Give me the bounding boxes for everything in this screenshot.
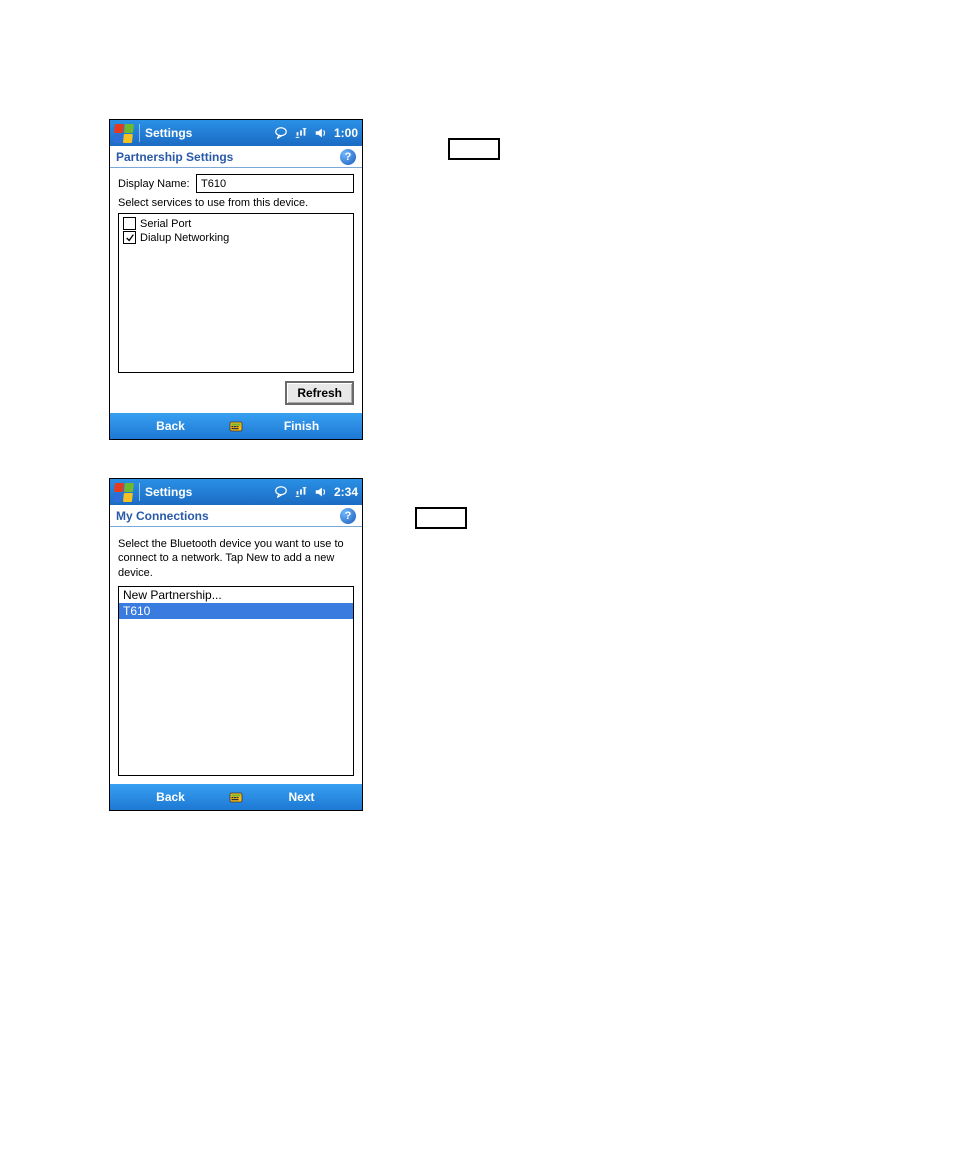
refresh-button[interactable]: Refresh xyxy=(285,381,354,405)
display-name-label: Display Name: xyxy=(118,178,196,190)
chat-icon[interactable] xyxy=(274,126,288,140)
title-separator xyxy=(139,124,140,142)
help-icon[interactable]: ? xyxy=(340,508,356,524)
subheader-title: My Connections xyxy=(116,509,209,523)
content-area: Select the Bluetooth device you want to … xyxy=(110,527,362,784)
connectivity-icon[interactable] xyxy=(294,485,308,499)
service-label: Dialup Networking xyxy=(140,232,229,244)
speaker-icon[interactable] xyxy=(314,485,328,499)
display-name-row: Display Name: xyxy=(118,174,354,193)
clock-time[interactable]: 1:00 xyxy=(334,126,358,140)
callout-box-2 xyxy=(415,507,467,529)
keyboard-icon xyxy=(227,788,245,806)
content-area: Display Name: Select services to use fro… xyxy=(110,168,362,413)
page-subheader: My Connections ? xyxy=(110,505,362,527)
checkbox-dialup-networking[interactable] xyxy=(123,231,136,244)
connections-instruction: Select the Bluetooth device you want to … xyxy=(118,537,354,580)
softkey-next[interactable]: Next xyxy=(249,790,354,804)
services-list[interactable]: Serial Port Dialup Networking xyxy=(118,213,354,373)
title-bar: Settings 2:34 xyxy=(110,479,362,505)
subheader-title: Partnership Settings xyxy=(116,150,233,164)
button-row: Refresh xyxy=(118,381,354,405)
device-screen-partnership: Settings 1:00 Partnership Settings ? Dis… xyxy=(109,119,363,440)
service-serial-port[interactable]: Serial Port xyxy=(123,217,349,230)
sip-keyboard-button[interactable] xyxy=(223,417,249,435)
device-list[interactable]: New Partnership... T610 xyxy=(118,586,354,776)
list-item-new-partnership[interactable]: New Partnership... xyxy=(119,587,353,603)
clock-time[interactable]: 2:34 xyxy=(334,485,358,499)
help-icon[interactable]: ? xyxy=(340,149,356,165)
app-title: Settings xyxy=(145,126,192,140)
title-separator xyxy=(139,483,140,501)
start-flag-icon[interactable] xyxy=(113,124,133,142)
start-flag-icon[interactable] xyxy=(113,483,133,501)
connectivity-icon[interactable] xyxy=(294,126,308,140)
services-instruction: Select services to use from this device. xyxy=(118,197,354,209)
softkey-back[interactable]: Back xyxy=(118,790,223,804)
sip-keyboard-button[interactable] xyxy=(223,788,249,806)
soft-key-bar: Back Next xyxy=(110,784,362,810)
service-dialup-networking[interactable]: Dialup Networking xyxy=(123,231,349,244)
page-subheader: Partnership Settings ? xyxy=(110,146,362,168)
keyboard-icon xyxy=(227,417,245,435)
speaker-icon[interactable] xyxy=(314,126,328,140)
chat-icon[interactable] xyxy=(274,485,288,499)
soft-key-bar: Back Finish xyxy=(110,413,362,439)
system-tray: 1:00 xyxy=(274,126,358,140)
system-tray: 2:34 xyxy=(274,485,358,499)
checkbox-serial-port[interactable] xyxy=(123,217,136,230)
display-name-input[interactable] xyxy=(196,174,354,193)
softkey-finish[interactable]: Finish xyxy=(249,419,354,433)
app-title: Settings xyxy=(145,485,192,499)
list-item-device[interactable]: T610 xyxy=(119,603,353,619)
title-bar: Settings 1:00 xyxy=(110,120,362,146)
softkey-back[interactable]: Back xyxy=(118,419,223,433)
callout-box-1 xyxy=(448,138,500,160)
service-label: Serial Port xyxy=(140,218,191,230)
device-screen-connections: Settings 2:34 My Connections ? Select th… xyxy=(109,478,363,811)
